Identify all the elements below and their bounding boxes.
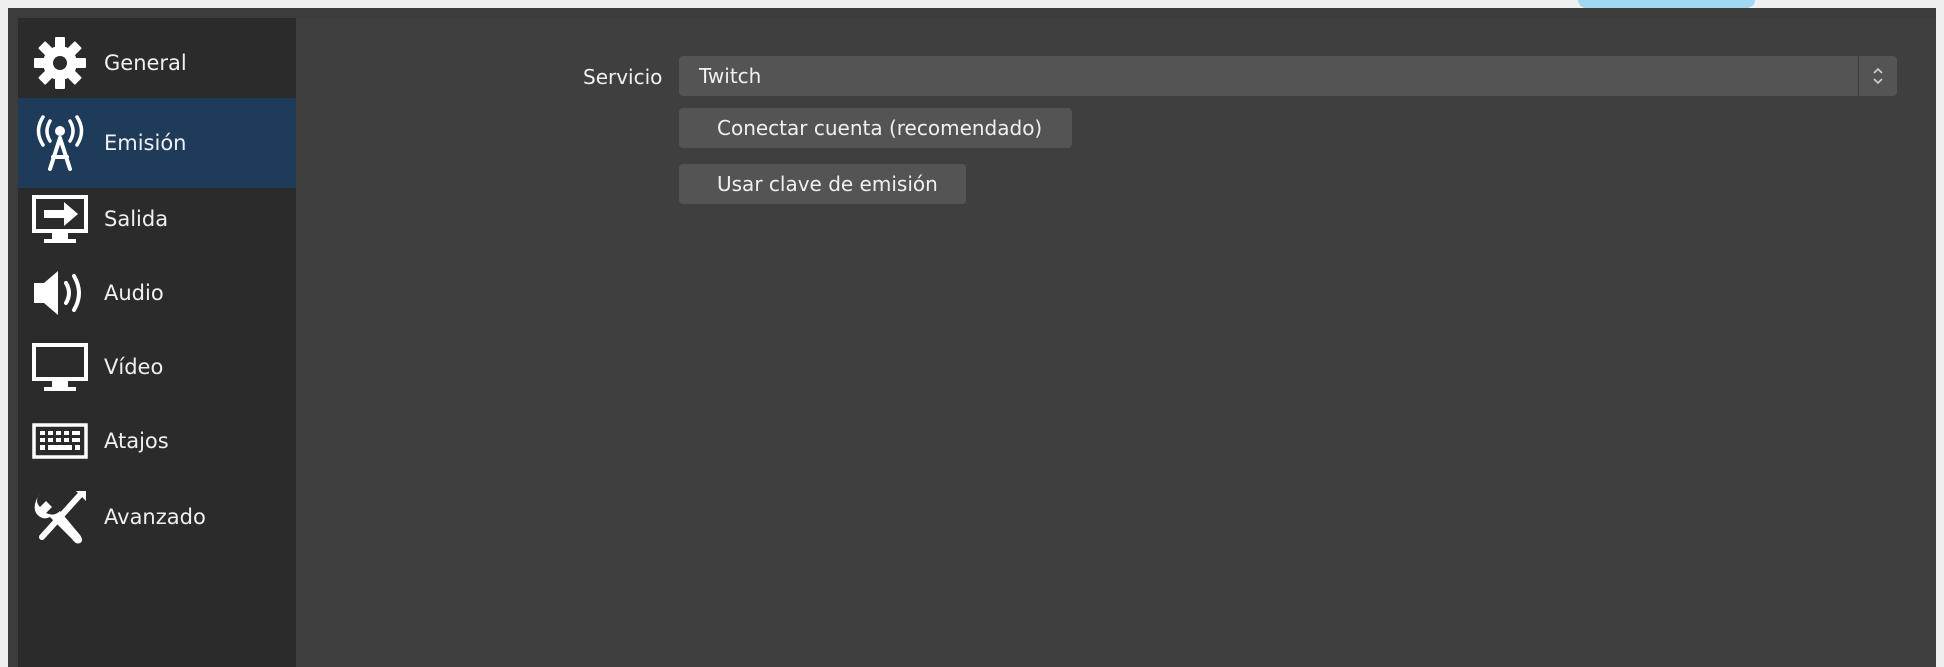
sidebar-item-label: Emisión [104,131,187,155]
sidebar-item-label: Atajos [104,429,169,453]
sidebar-item-general[interactable]: General [18,18,296,108]
service-select[interactable]: Twitch [679,56,1897,96]
sidebar-item-avanzado[interactable]: Avanzado [18,472,296,562]
monitor-output-icon [28,187,92,251]
use-stream-key-button[interactable]: Usar clave de emisión [679,164,966,204]
service-select-value: Twitch [699,64,762,88]
sidebar-item-label: Avanzado [104,505,206,529]
sidebar-item-label: Salida [104,207,169,231]
settings-window: General Emisión Salida Audio Vídeo Atajo… [8,8,1936,667]
settings-sidebar: General Emisión Salida Audio Vídeo Atajo… [18,18,296,667]
monitor-icon [28,335,92,399]
sidebar-item-label: General [104,51,187,75]
connect-account-button[interactable]: Conectar cuenta (recomendado) [679,108,1072,148]
tools-icon [28,485,92,549]
service-label: Servicio [583,65,663,89]
background-window-edge [1578,0,1755,8]
keyboard-icon [28,409,92,473]
sidebar-item-label: Vídeo [104,355,164,379]
sidebar-item-label: Audio [104,281,164,305]
broadcast-antenna-icon [28,111,92,175]
stream-settings-panel: Servicio Twitch Conectar cuenta (recomen… [296,18,1936,667]
speaker-icon [28,261,92,325]
chevron-updown-icon[interactable] [1858,56,1897,96]
gear-icon [28,31,92,95]
